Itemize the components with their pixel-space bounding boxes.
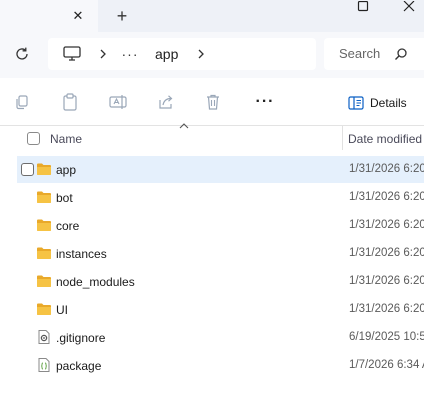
tab-app[interactable]: ✕ bbox=[0, 0, 98, 32]
file-date-modified: 1/31/2026 6:20 bbox=[349, 247, 424, 259]
tab-close-button[interactable]: ✕ bbox=[68, 6, 88, 26]
file-date-modified: 1/31/2026 6:20 bbox=[349, 191, 424, 203]
this-pc-icon bbox=[63, 46, 81, 61]
breadcrumb-current-folder[interactable]: app bbox=[155, 46, 178, 62]
list-item[interactable]: app 1/31/2026 6:20 bbox=[17, 156, 424, 183]
file-date-modified: 1/31/2026 6:20 bbox=[349, 275, 424, 287]
see-more-button[interactable]: ··· bbox=[254, 92, 276, 112]
maximize-button[interactable] bbox=[352, 0, 374, 14]
paste-icon bbox=[63, 93, 77, 111]
plus-icon: + bbox=[116, 6, 128, 26]
rename-icon bbox=[109, 95, 127, 109]
breadcrumb-overflow-button[interactable]: ··· bbox=[120, 46, 140, 62]
file-date-modified: 1/31/2026 6:20 bbox=[349, 303, 424, 315]
file-name: node_modules bbox=[56, 275, 135, 289]
file-name: .gitignore bbox=[56, 331, 106, 345]
refresh-icon bbox=[16, 47, 28, 60]
file-name: instances bbox=[56, 247, 107, 261]
column-name-header[interactable]: Name bbox=[50, 132, 82, 146]
list-item[interactable]: instances 1/31/2026 6:20 bbox=[17, 240, 424, 267]
gear-file-icon bbox=[38, 330, 50, 344]
search-input[interactable]: Search bbox=[339, 46, 380, 62]
column-divider[interactable] bbox=[342, 126, 343, 150]
list-item[interactable]: .gitignore 6/19/2025 10:5 bbox=[17, 324, 424, 351]
file-date-modified: 6/19/2025 10:5 bbox=[349, 331, 424, 343]
list-item[interactable]: package 1/7/2026 6:34 A bbox=[17, 352, 424, 379]
share-icon bbox=[159, 95, 173, 109]
file-date-modified: 1/31/2026 6:20 bbox=[349, 219, 424, 231]
folder-icon bbox=[37, 247, 51, 259]
share-button[interactable] bbox=[156, 92, 176, 112]
copy-icon bbox=[16, 95, 28, 110]
folder-icon bbox=[37, 191, 51, 203]
close-icon: ✕ bbox=[72, 8, 84, 23]
file-name: bot bbox=[56, 191, 73, 205]
file-name: core bbox=[56, 219, 80, 233]
copy-button[interactable] bbox=[12, 92, 32, 112]
address-row: ··· app Search bbox=[0, 32, 424, 78]
json-file-icon bbox=[38, 358, 50, 372]
file-name: app bbox=[56, 163, 77, 177]
list-item[interactable]: UI 1/31/2026 6:20 bbox=[17, 296, 424, 323]
column-date-modified-header[interactable]: Date modified bbox=[348, 132, 422, 146]
details-pane-button[interactable]: Details bbox=[348, 94, 407, 112]
details-pane-icon bbox=[348, 96, 364, 110]
select-all-checkbox[interactable] bbox=[27, 132, 40, 145]
new-tab-button[interactable]: + bbox=[110, 4, 134, 28]
details-label: Details bbox=[370, 96, 407, 110]
title-bar: ✕ + bbox=[0, 0, 424, 32]
list-item[interactable]: core 1/31/2026 6:20 bbox=[17, 212, 424, 239]
close-icon bbox=[403, 1, 415, 12]
search-icon bbox=[395, 48, 407, 60]
file-name: package bbox=[56, 359, 102, 373]
sort-ascending-icon bbox=[179, 123, 189, 129]
row-checkbox[interactable] bbox=[21, 163, 34, 176]
rename-button[interactable] bbox=[108, 92, 128, 112]
file-name: UI bbox=[56, 303, 68, 317]
list-item[interactable]: bot 1/31/2026 6:20 bbox=[17, 184, 424, 211]
command-bar: ··· Details bbox=[0, 78, 424, 126]
paste-button[interactable] bbox=[60, 92, 80, 112]
file-date-modified: 1/7/2026 6:34 A bbox=[349, 359, 424, 371]
trash-icon bbox=[207, 94, 219, 110]
folder-icon bbox=[37, 163, 51, 175]
folder-icon bbox=[37, 219, 51, 231]
delete-button[interactable] bbox=[203, 92, 223, 112]
column-header: Name Date modified bbox=[0, 123, 424, 152]
chevron-right-icon[interactable] bbox=[96, 46, 110, 62]
chevron-right-icon[interactable] bbox=[194, 46, 208, 62]
file-date-modified: 1/31/2026 6:20 bbox=[349, 163, 424, 175]
window-close-button[interactable] bbox=[398, 0, 420, 14]
search-box[interactable]: Search bbox=[324, 38, 424, 70]
maximize-icon bbox=[357, 1, 369, 12]
refresh-button[interactable] bbox=[10, 42, 34, 66]
address-bar[interactable]: ··· app bbox=[48, 38, 316, 70]
folder-icon bbox=[37, 303, 51, 315]
folder-icon bbox=[37, 275, 51, 287]
list-item[interactable]: node_modules 1/31/2026 6:20 bbox=[17, 268, 424, 295]
